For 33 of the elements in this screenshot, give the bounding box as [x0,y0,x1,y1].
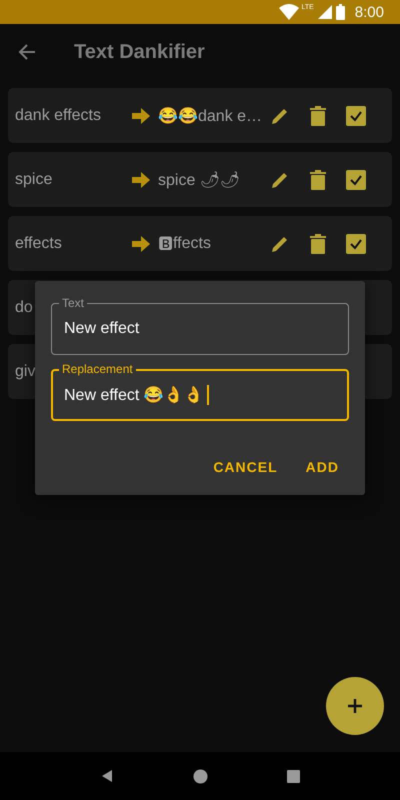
checkbox[interactable] [346,106,366,126]
text-field[interactable]: Replacement New effect 😂👌👌 [51,361,349,421]
field-label: Text [59,296,88,310]
right-arrow-icon [132,172,150,188]
back-arrow-icon[interactable] [18,43,36,61]
replacement-text: 😂😂dank e… [158,106,258,126]
app-title: Text Dankifier [74,40,205,64]
checkbox[interactable] [346,234,366,254]
trash-icon[interactable] [310,170,326,190]
replacement-text: 🅱ffects [158,234,212,253]
trash-icon[interactable] [310,106,326,126]
battery-icon [336,4,345,20]
wifi-icon [279,4,300,20]
text-field[interactable]: Text New effect [51,295,349,355]
home-icon[interactable] [192,768,208,784]
dialog-button[interactable]: CANCEL [203,451,288,483]
plus-icon [347,698,363,714]
effect-text: do [15,298,33,316]
right-arrow-icon [132,236,150,252]
effect-text: giv [15,362,36,380]
recents-icon[interactable] [287,770,300,782]
effect-text: dank effects [15,106,101,124]
back-icon[interactable] [100,769,114,783]
field-label: Replacement [59,362,136,376]
checkbox[interactable] [346,170,366,190]
trash-icon[interactable] [310,234,326,254]
effect-text: effects [15,234,62,252]
replacement-text: spice 🌶🌶 [158,170,241,190]
dialog-button[interactable]: ADD [296,451,349,483]
status-time: 8:00 [354,4,384,20]
right-arrow-icon [132,108,150,124]
effect-text: spice [15,170,52,188]
signal-icon [318,5,332,19]
